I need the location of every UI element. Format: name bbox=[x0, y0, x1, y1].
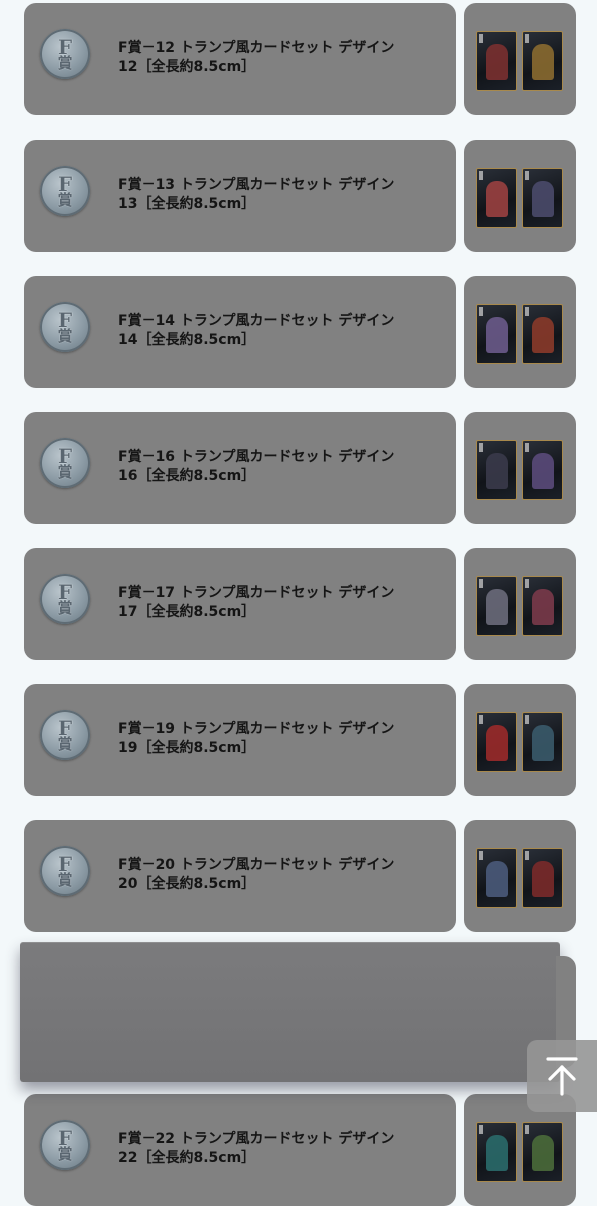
prize-info-card[interactable]: F 賞 F賞－19 トランプ風カードセット デザイン 19［全長約8.5cm］ bbox=[24, 684, 456, 796]
prize-row[interactable]: F 賞 F賞－19 トランプ風カードセット デザイン 19［全長約8.5cm］ bbox=[0, 684, 597, 796]
prize-title: トランプ風カードセット デザイン bbox=[179, 1131, 395, 1147]
prize-thumbnail[interactable] bbox=[464, 548, 576, 660]
card-image-right bbox=[522, 168, 563, 228]
prize-f-badge-icon: F賞 bbox=[40, 166, 90, 216]
prize-thumbnail[interactable] bbox=[464, 276, 576, 388]
prize-row[interactable]: F 賞 F賞－22 トランプ風カードセット デザイン 22［全長約8.5cm］ bbox=[0, 1094, 597, 1206]
prize-info-card[interactable]: F 賞 F賞－17 トランプ風カードセット デザイン 17［全長約8.5cm］ bbox=[24, 548, 456, 660]
prize-row[interactable]: F 賞 F賞－16 トランプ風カードセット デザイン 16［全長約8.5cm］ bbox=[0, 412, 597, 524]
prize-row[interactable]: F 賞 F賞－13 トランプ風カードセット デザイン 13［全長約8.5cm］ bbox=[0, 140, 597, 252]
prize-row[interactable]: F 賞 F賞－17 トランプ風カードセット デザイン 17［全長約8.5cm］ bbox=[0, 548, 597, 660]
prize-info-card[interactable]: F 賞 F賞－13 トランプ風カードセット デザイン 13［全長約8.5cm］ bbox=[24, 140, 456, 252]
card-image-left bbox=[476, 712, 517, 772]
card-image-right bbox=[522, 31, 563, 91]
badge-kanji: 賞 bbox=[57, 735, 73, 753]
prize-f-badge-icon: F賞 bbox=[40, 846, 90, 896]
card-image-left bbox=[476, 304, 517, 364]
prize-name: F賞－22 トランプ風カードセット デザイン 22［全長約8.5cm］ bbox=[118, 1130, 448, 1168]
prize-detail: 16［全長約8.5cm］ bbox=[118, 468, 256, 484]
dark-overlay-box bbox=[20, 942, 560, 1082]
card-image-left bbox=[476, 168, 517, 228]
card-image-left bbox=[476, 440, 517, 500]
prize-thumbnail[interactable] bbox=[464, 412, 576, 524]
card-image-right bbox=[522, 848, 563, 908]
card-image-right bbox=[522, 1122, 563, 1182]
badge-kanji: 賞 bbox=[57, 327, 73, 345]
prize-code: F賞－14 bbox=[118, 313, 176, 329]
prize-row[interactable]: F 賞 F賞－14 トランプ風カードセット デザイン 14［全長約8.5cm］ bbox=[0, 276, 597, 388]
prize-detail: 12［全長約8.5cm］ bbox=[118, 59, 256, 75]
prize-info-card[interactable]: F 賞 F賞－14 トランプ風カードセット デザイン 14［全長約8.5cm］ bbox=[24, 276, 456, 388]
badge-kanji: 賞 bbox=[57, 871, 73, 889]
prize-code: F賞－20 bbox=[118, 857, 176, 873]
badge-kanji: 賞 bbox=[57, 1145, 73, 1163]
prize-code: F賞－13 bbox=[118, 177, 176, 193]
prize-detail: 22［全長約8.5cm］ bbox=[118, 1150, 256, 1166]
prize-code: F賞－22 bbox=[118, 1131, 176, 1147]
card-image-left bbox=[476, 576, 517, 636]
prize-title: トランプ風カードセット デザイン bbox=[179, 585, 395, 601]
prize-f-badge-icon: F賞 bbox=[40, 302, 90, 352]
prize-info-card[interactable]: F 賞 F賞－20 トランプ風カードセット デザイン 20［全長約8.5cm］ bbox=[24, 820, 456, 932]
prize-thumbnail[interactable] bbox=[464, 820, 576, 932]
badge-kanji: 賞 bbox=[57, 599, 73, 617]
prize-name: F賞－13 トランプ風カードセット デザイン 13［全長約8.5cm］ bbox=[118, 176, 448, 214]
prize-title: トランプ風カードセット デザイン bbox=[179, 857, 395, 873]
prize-info-card[interactable]: F 賞 F賞－22 トランプ風カードセット デザイン 22［全長約8.5cm］ bbox=[24, 1094, 456, 1206]
prize-row[interactable]: F 賞 F賞－20 トランプ風カードセット デザイン 20［全長約8.5cm］ bbox=[0, 820, 597, 932]
prize-detail: 19［全長約8.5cm］ bbox=[118, 740, 256, 756]
prize-detail: 20［全長約8.5cm］ bbox=[118, 876, 256, 892]
prize-code: F賞－16 bbox=[118, 449, 176, 465]
prize-name: F賞－12 トランプ風カードセット デザイン 12［全長約8.5cm］ bbox=[118, 39, 448, 77]
prize-name: F賞－19 トランプ風カードセット デザイン 19［全長約8.5cm］ bbox=[118, 720, 448, 758]
prize-thumbnail[interactable] bbox=[464, 140, 576, 252]
card-image-right bbox=[522, 304, 563, 364]
prize-info-card[interactable]: F 賞 F賞－16 トランプ風カードセット デザイン 16［全長約8.5cm］ bbox=[24, 412, 456, 524]
prize-thumbnail[interactable] bbox=[464, 3, 576, 115]
card-image-right bbox=[522, 440, 563, 500]
card-image-right bbox=[522, 576, 563, 636]
prize-f-badge-icon: F賞 bbox=[40, 710, 90, 760]
prize-f-badge-icon: F賞 bbox=[40, 438, 90, 488]
scroll-to-top-button[interactable] bbox=[527, 1040, 597, 1112]
prize-detail: 13［全長約8.5cm］ bbox=[118, 196, 256, 212]
prize-f-badge-icon: F賞 bbox=[40, 29, 90, 79]
prize-detail: 17［全長約8.5cm］ bbox=[118, 604, 256, 620]
prize-code: F賞－19 bbox=[118, 721, 176, 737]
prize-code: F賞－17 bbox=[118, 585, 176, 601]
card-image-right bbox=[522, 712, 563, 772]
prize-row[interactable]: F 賞 F賞－12 トランプ風カードセット デザイン 12［全長約8.5cm］ bbox=[0, 3, 597, 115]
arrow-up-to-top-icon bbox=[546, 1057, 578, 1096]
prize-title: トランプ風カードセット デザイン bbox=[179, 40, 395, 56]
prize-name: F賞－14 トランプ風カードセット デザイン 14［全長約8.5cm］ bbox=[118, 312, 448, 350]
prize-name: F賞－20 トランプ風カードセット デザイン 20［全長約8.5cm］ bbox=[118, 856, 448, 894]
prize-name: F賞－17 トランプ風カードセット デザイン 17［全長約8.5cm］ bbox=[118, 584, 448, 622]
prize-code: F賞－12 bbox=[118, 40, 176, 56]
badge-kanji: 賞 bbox=[57, 54, 73, 72]
prize-title: トランプ風カードセット デザイン bbox=[179, 313, 395, 329]
card-image-left bbox=[476, 848, 517, 908]
prize-name: F賞－16 トランプ風カードセット デザイン 16［全長約8.5cm］ bbox=[118, 448, 448, 486]
prize-title: トランプ風カードセット デザイン bbox=[179, 721, 395, 737]
prize-detail: 14［全長約8.5cm］ bbox=[118, 332, 256, 348]
card-image-left bbox=[476, 31, 517, 91]
prize-thumbnail[interactable] bbox=[464, 684, 576, 796]
prize-title: トランプ風カードセット デザイン bbox=[179, 449, 395, 465]
card-image-left bbox=[476, 1122, 517, 1182]
badge-kanji: 賞 bbox=[57, 191, 73, 209]
badge-kanji: 賞 bbox=[57, 463, 73, 481]
prize-f-badge-icon: F賞 bbox=[40, 574, 90, 624]
prize-f-badge-icon: F賞 bbox=[40, 1120, 90, 1170]
prize-info-card[interactable]: F 賞 F賞－12 トランプ風カードセット デザイン 12［全長約8.5cm］ bbox=[24, 3, 456, 115]
prize-title: トランプ風カードセット デザイン bbox=[179, 177, 395, 193]
